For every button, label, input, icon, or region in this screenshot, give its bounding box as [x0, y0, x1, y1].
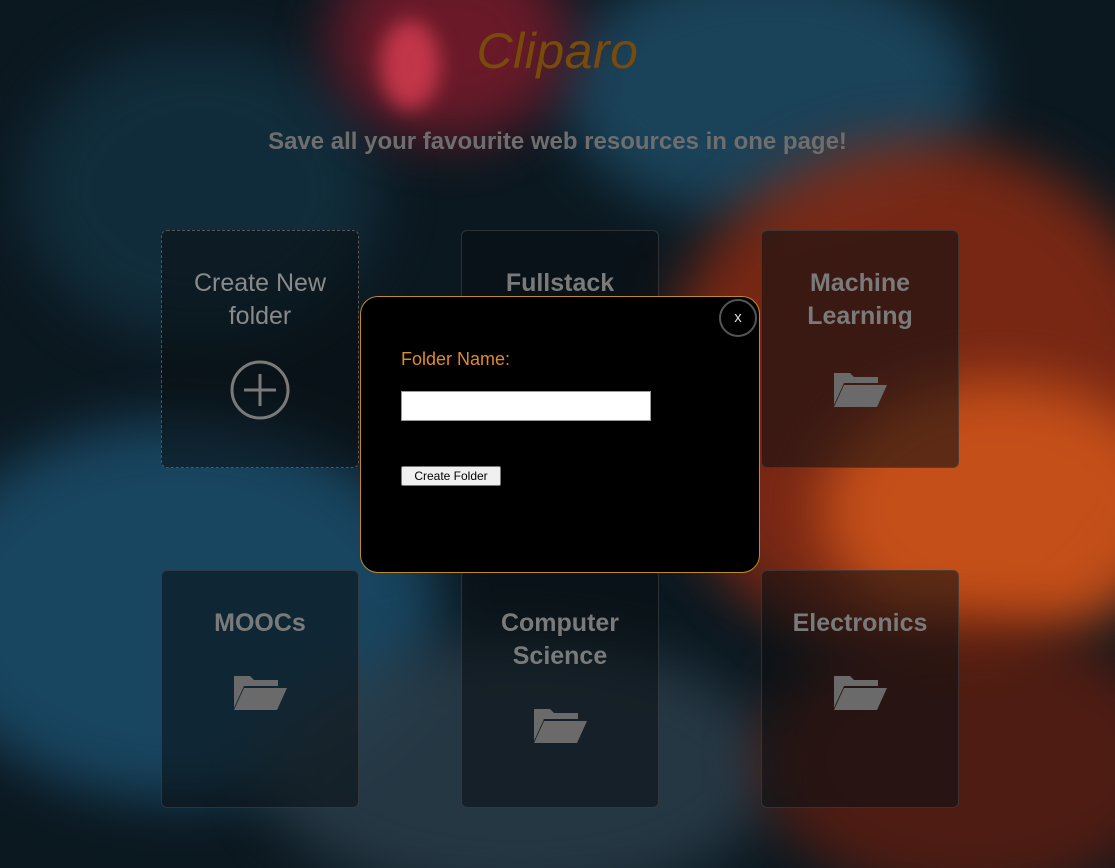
folder-name-label: Folder Name: — [401, 349, 511, 369]
folder-name-input[interactable] — [401, 391, 651, 421]
folder-label: Electronics — [792, 609, 928, 637]
create-folder-label: Create New folder — [194, 269, 326, 330]
folder-open-icon — [234, 676, 287, 710]
app-title: Cliparo — [476, 23, 639, 79]
app-subtitle: Save all your favourite web resources in… — [268, 128, 847, 155]
folder-label: Computer Science — [500, 609, 620, 670]
folder-label: Machine Learning — [807, 269, 913, 330]
plus-circle-icon — [230, 360, 290, 420]
folder-card-electronics[interactable]: Electronics — [761, 570, 959, 808]
create-folder-button[interactable]: Create Folder — [401, 466, 501, 486]
folder-card-machine-learning[interactable]: Machine Learning — [761, 230, 959, 468]
create-folder-card[interactable]: Create New folder — [161, 230, 359, 468]
folder-open-icon — [534, 709, 587, 743]
folder-card-moocs[interactable]: MOOCs — [161, 570, 359, 808]
folder-open-icon — [834, 373, 887, 407]
close-button[interactable]: x — [719, 299, 757, 337]
folder-open-icon — [834, 676, 887, 710]
folder-card-computer-science[interactable]: Computer Science — [461, 570, 659, 808]
create-folder-modal: x Folder Name: Create Folder — [360, 296, 760, 573]
folder-label: MOOCs — [214, 609, 306, 637]
